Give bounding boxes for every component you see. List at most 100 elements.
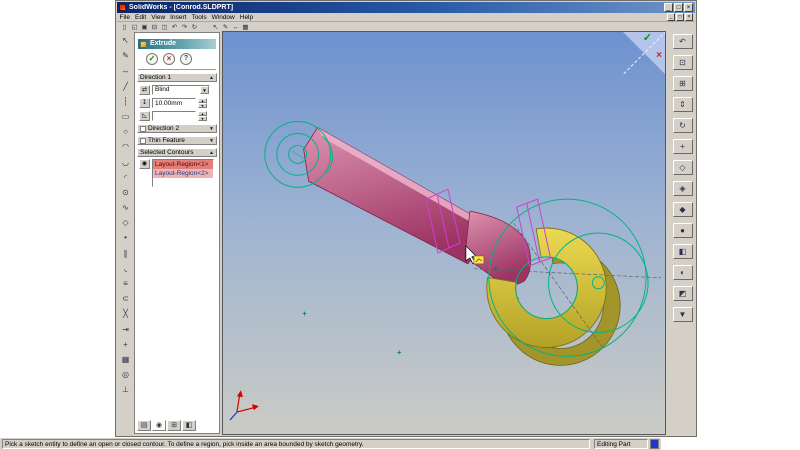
- polygon-icon[interactable]: ◇: [119, 216, 132, 229]
- zoom-to-fit-icon[interactable]: ⊡: [672, 55, 693, 70]
- extend-icon[interactable]: ⇥: [119, 323, 132, 336]
- wireframe-icon[interactable]: ◇: [672, 160, 693, 175]
- circle-icon[interactable]: ○: [119, 125, 132, 138]
- display-pane-tab[interactable]: ◧: [182, 420, 196, 431]
- end-condition-select[interactable]: Blind ▼: [152, 85, 210, 95]
- contour-list-item[interactable]: Layout-Region<1>: [153, 160, 213, 169]
- rebuild-icon[interactable]: ↻: [190, 23, 199, 32]
- doc-close-button[interactable]: ×: [685, 13, 693, 21]
- reverse-direction-icon[interactable]: ⇄: [139, 85, 150, 95]
- cancel-button[interactable]: ×: [163, 53, 175, 65]
- mirror-entities-icon[interactable]: ∥: [119, 247, 132, 260]
- draft-input[interactable]: [152, 111, 196, 121]
- graphics-viewport[interactable]: ✓ ×: [222, 31, 666, 435]
- thin-feature-checkbox[interactable]: [140, 137, 146, 144]
- shaded-icon[interactable]: ●: [672, 223, 693, 238]
- depth-input[interactable]: [152, 98, 196, 108]
- rotate-view-icon[interactable]: ↻: [672, 118, 693, 133]
- minimize-button[interactable]: _: [664, 3, 673, 12]
- big-end-web[interactable]: [464, 210, 532, 285]
- thin-feature-group-header[interactable]: Thin Feature ▼: [137, 136, 217, 145]
- perspective-icon[interactable]: ◩: [672, 286, 693, 301]
- previous-view-icon[interactable]: ↶: [672, 34, 693, 49]
- confirm-cancel-icon[interactable]: ×: [656, 51, 662, 61]
- collapse-arrow-icon: ▼: [209, 125, 214, 132]
- direction2-checkbox[interactable]: [140, 125, 146, 132]
- print-preview-icon[interactable]: ◫: [160, 23, 169, 32]
- three-point-arc-icon[interactable]: ◜: [119, 171, 132, 184]
- chevron-down-icon[interactable]: ▼: [200, 86, 209, 94]
- dimension-icon[interactable]: ↔: [119, 64, 132, 77]
- standard-views-icon[interactable]: ▼: [672, 307, 693, 322]
- menu-help[interactable]: Help: [237, 13, 255, 22]
- help-button[interactable]: ?: [180, 53, 192, 65]
- direction2-label: Direction 2: [148, 125, 180, 132]
- quick-snap-icon[interactable]: ◎: [119, 368, 132, 381]
- snap-grid-icon[interactable]: ▦: [119, 353, 132, 366]
- new-document-icon[interactable]: ▯: [120, 23, 129, 32]
- model-canvas[interactable]: [223, 32, 665, 434]
- sketch-points[interactable]: [302, 266, 498, 355]
- zoom-to-area-icon[interactable]: ⊞: [672, 76, 693, 91]
- spin-down-icon[interactable]: ▼: [198, 103, 207, 108]
- doc-restore-button[interactable]: □: [676, 13, 684, 21]
- convert-entities-icon[interactable]: ⊂: [119, 292, 132, 305]
- solidworks-logo-icon: [119, 4, 126, 11]
- zoom-in-out-icon[interactable]: ⇕: [672, 97, 693, 112]
- propertymanager-tab[interactable]: ◉: [152, 420, 166, 431]
- collapse-arrow-icon: ▲: [209, 74, 214, 81]
- doc-minimize-button[interactable]: _: [667, 13, 675, 21]
- view-toolbar: ↶ ⊡ ⊞ ⇕ ↻ + ◇ ◈ ◆ ● ◧ ◐ ◩ ▼: [669, 34, 696, 322]
- pan-icon[interactable]: +: [672, 139, 693, 154]
- redo-icon[interactable]: ↷: [180, 23, 189, 32]
- contour-list-item[interactable]: Layout-Region<2>: [153, 169, 213, 178]
- confirm-ok-icon[interactable]: ✓: [643, 33, 652, 44]
- offset-entities-icon[interactable]: ≡: [119, 277, 132, 290]
- select-icon[interactable]: ↖: [119, 34, 132, 47]
- trim-icon[interactable]: ╳: [119, 307, 132, 320]
- menu-window[interactable]: Window: [209, 13, 237, 22]
- configurationmanager-tab[interactable]: ⊞: [167, 420, 181, 431]
- property-manager-panel: Extrude ✓ × ? Direction 1 ▲ ⇄ Blind ▼ ↧: [134, 32, 220, 434]
- spin-down-icon[interactable]: ▼: [198, 116, 207, 121]
- sketch-icon[interactable]: ✎: [119, 49, 132, 62]
- line-icon[interactable]: ╱: [119, 80, 132, 93]
- print-icon[interactable]: ⊟: [150, 23, 159, 32]
- maximize-button[interactable]: □: [674, 3, 683, 12]
- fillet-icon[interactable]: ◟: [119, 262, 132, 275]
- featuremanager-tab[interactable]: ▤: [137, 420, 151, 431]
- hidden-lines-removed-icon[interactable]: ◆: [672, 202, 693, 217]
- status-indicator: [650, 439, 659, 449]
- open-icon[interactable]: ◱: [130, 23, 139, 32]
- section-view-icon[interactable]: ◧: [672, 244, 693, 259]
- move-entities-icon[interactable]: +: [119, 338, 132, 351]
- point-icon[interactable]: •: [119, 231, 132, 244]
- centerline-icon[interactable]: ┆: [119, 95, 132, 108]
- close-button[interactable]: ×: [684, 3, 693, 12]
- spline-icon[interactable]: ∿: [119, 201, 132, 214]
- status-mode: Editing Part: [594, 439, 648, 449]
- menu-edit[interactable]: Edit: [132, 13, 148, 22]
- relations-icon[interactable]: ⊥: [119, 383, 132, 396]
- curvature-icon[interactable]: ◐: [672, 265, 693, 280]
- menu-tools[interactable]: Tools: [189, 13, 209, 22]
- direction1-group-header[interactable]: Direction 1 ▲: [137, 73, 217, 82]
- menu-file[interactable]: File: [117, 13, 132, 22]
- hidden-lines-visible-icon[interactable]: ◈: [672, 181, 693, 196]
- centerpoint-arc-icon[interactable]: ◠: [119, 140, 132, 153]
- menu-view[interactable]: View: [149, 13, 168, 22]
- select-icon[interactable]: ↖: [211, 23, 220, 32]
- undo-icon[interactable]: ↶: [170, 23, 179, 32]
- selected-contours-group-header[interactable]: Selected Contours ▲: [137, 148, 217, 157]
- save-icon[interactable]: ▣: [140, 23, 149, 32]
- direction1-label: Direction 1: [140, 74, 172, 81]
- menu-insert[interactable]: Insert: [168, 13, 189, 22]
- ok-button[interactable]: ✓: [146, 53, 158, 65]
- rectangle-icon[interactable]: ▭: [119, 110, 132, 123]
- toolbar-separator: [200, 23, 210, 32]
- title-bar[interactable]: SolidWorks - [Conrod.SLDPRT] _ □ ×: [117, 2, 695, 13]
- direction2-group-header[interactable]: Direction 2 ▼: [137, 124, 217, 133]
- tangent-arc-icon[interactable]: ◡: [119, 156, 132, 169]
- status-message: Pick a sketch entity to define an open o…: [2, 439, 590, 449]
- ellipse-icon[interactable]: ⊙: [119, 186, 132, 199]
